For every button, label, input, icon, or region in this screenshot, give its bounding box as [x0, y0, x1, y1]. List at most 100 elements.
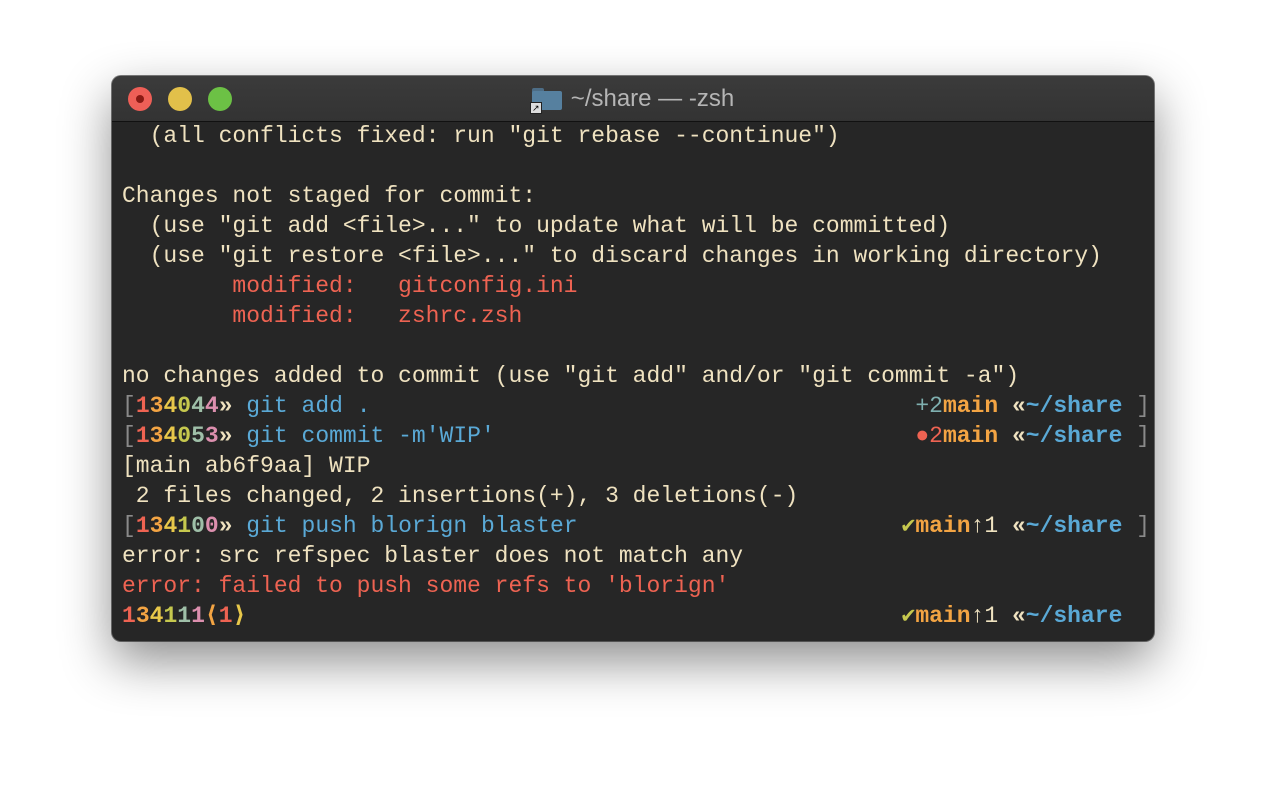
terminal-line: 2 files changed, 2 insertions(+), 3 dele… [122, 481, 1150, 511]
text-segment: +2 [915, 393, 943, 419]
text-segment: ] [1122, 393, 1150, 419]
terminal-line: 134111⟨1⟩ ✔main↑1 «~/share [122, 601, 1150, 631]
terminal-line: (use "git restore <file>..." to discard … [122, 241, 1150, 271]
terminal-line: [134044» git add . +2main «~/share ] [122, 391, 1150, 421]
text-segment: modified: zshrc.zsh [122, 303, 523, 329]
line-text: (use "git add <file>..." to update what … [122, 211, 951, 241]
terminal-window: ↗ ~/share — -zsh (all conflicts fixed: r… [112, 76, 1154, 641]
right-prompt: ●2main «~/share ] [915, 421, 1150, 451]
right-prompt: ✔main↑1 «~/share [901, 601, 1150, 631]
terminal-line: error: src refspec blaster does not matc… [122, 541, 1150, 571]
window-title: ↗ ~/share — -zsh [112, 76, 1154, 121]
line-text: [134053» git commit -m'WIP' [122, 421, 495, 451]
text-segment: 1 [218, 603, 233, 629]
text-segment: [ [122, 513, 136, 539]
text-segment: [main ab6f9aa] WIP [122, 453, 371, 479]
text-segment: main [915, 513, 971, 539]
text-segment: 4 [191, 393, 205, 419]
text-segment: modified: gitconfig.ini [122, 273, 578, 299]
text-segment: [ [122, 393, 136, 419]
line-text: (use "git restore <file>..." to discard … [122, 241, 1102, 271]
text-segment: 3 [204, 423, 219, 449]
text-segment: 0 [177, 393, 192, 419]
line-text: 134111⟨1⟩ [122, 601, 246, 631]
text-segment: 1 [135, 393, 150, 419]
line-text: (all conflicts fixed: run "git rebase --… [122, 121, 840, 151]
right-prompt: +2main «~/share ] [915, 391, 1150, 421]
text-segment: ] [1122, 423, 1150, 449]
text-segment: « [998, 513, 1026, 539]
folder-alias-icon: ↗ [529, 87, 562, 114]
text-segment: ~/share [1025, 513, 1123, 539]
text-segment: ~/share [1025, 603, 1123, 629]
text-segment: 4 [163, 393, 178, 419]
right-prompt: ✔main↑1 «~/share ] [901, 511, 1150, 541]
text-segment: git push blorign blaster [232, 513, 578, 539]
text-segment: no changes added to commit (use "git add… [122, 363, 1020, 389]
text-segment: 0 [177, 423, 192, 449]
text-segment: 0 [191, 513, 205, 539]
text-segment: [ [122, 423, 136, 449]
text-segment: main [915, 603, 971, 629]
text-segment: ●2 [915, 423, 943, 449]
text-segment: 4 [149, 603, 164, 629]
text-segment: ⟨ [204, 603, 219, 629]
text-segment: 4 [163, 423, 178, 449]
text-segment: ~/share [1025, 393, 1123, 419]
text-segment: » [218, 393, 233, 419]
text-segment: 1 [177, 513, 192, 539]
text-segment: 2 files changed, 2 insertions(+), 3 dele… [122, 483, 799, 509]
text-segment: git add . [232, 393, 371, 419]
text-segment: 1 [135, 423, 150, 449]
terminal-line: modified: zshrc.zsh [122, 301, 1150, 331]
terminal-line: error: failed to push some refs to 'blor… [122, 571, 1150, 601]
text-segment: 3 [135, 603, 150, 629]
text-segment: main [942, 393, 999, 419]
text-segment: 4 [204, 393, 219, 419]
text-segment: 3 [149, 393, 164, 419]
terminal-line: modified: gitconfig.ini [122, 271, 1150, 301]
text-segment: 1 [177, 603, 192, 629]
line-text: Changes not staged for commit: [122, 181, 536, 211]
line-text: modified: gitconfig.ini [122, 271, 577, 301]
text-segment: ✔ [901, 513, 916, 539]
window-title-text: ~/share — -zsh [570, 84, 735, 112]
terminal-line: [134100» git push blorign blaster ✔main↑1… [122, 511, 1150, 541]
line-text: [134044» git add . [122, 391, 371, 421]
line-text: [main ab6f9aa] WIP [122, 451, 370, 481]
text-segment: « [998, 393, 1026, 419]
text-segment: ~/share [1025, 423, 1123, 449]
terminal-line: [main ab6f9aa] WIP [122, 451, 1150, 481]
line-text: [134100» git push blorign blaster [122, 511, 578, 541]
text-segment: error: src refspec blaster does not matc… [122, 543, 744, 569]
text-segment: » [218, 513, 233, 539]
text-segment: 1 [163, 603, 178, 629]
terminal-line: (use "git add <file>..." to update what … [122, 211, 1150, 241]
text-segment: Changes not staged for commit: [122, 183, 537, 209]
terminal-output[interactable]: (all conflicts fixed: run "git rebase --… [122, 121, 1150, 631]
text-segment: 3 [149, 423, 164, 449]
text-segment: ✔ [901, 603, 916, 629]
text-segment: 4 [163, 513, 178, 539]
line-text: modified: zshrc.zsh [122, 301, 522, 331]
line-text: 2 files changed, 2 insertions(+), 3 dele… [122, 481, 799, 511]
terminal-line: Changes not staged for commit: [122, 181, 1150, 211]
terminal-line: (all conflicts fixed: run "git rebase --… [122, 121, 1150, 151]
text-segment: ↑1 [970, 603, 999, 629]
text-segment: 1 [122, 603, 136, 629]
terminal-line: [134053» git commit -m'WIP' ●2main «~/sha… [122, 421, 1150, 451]
text-segment [1122, 603, 1150, 629]
text-segment: 0 [204, 513, 219, 539]
text-segment: » [218, 423, 233, 449]
line-text: error: failed to push some refs to 'blor… [122, 571, 729, 601]
text-segment: « [998, 603, 1026, 629]
text-segment: git commit -m'WIP' [232, 423, 495, 449]
text-segment: (use "git add <file>..." to update what … [122, 213, 951, 239]
text-segment: 5 [191, 423, 205, 449]
text-segment: error: failed to push some refs to 'blor… [122, 573, 730, 599]
text-segment: « [998, 423, 1026, 449]
text-segment: main [942, 423, 999, 449]
text-segment: ↑1 [970, 513, 999, 539]
